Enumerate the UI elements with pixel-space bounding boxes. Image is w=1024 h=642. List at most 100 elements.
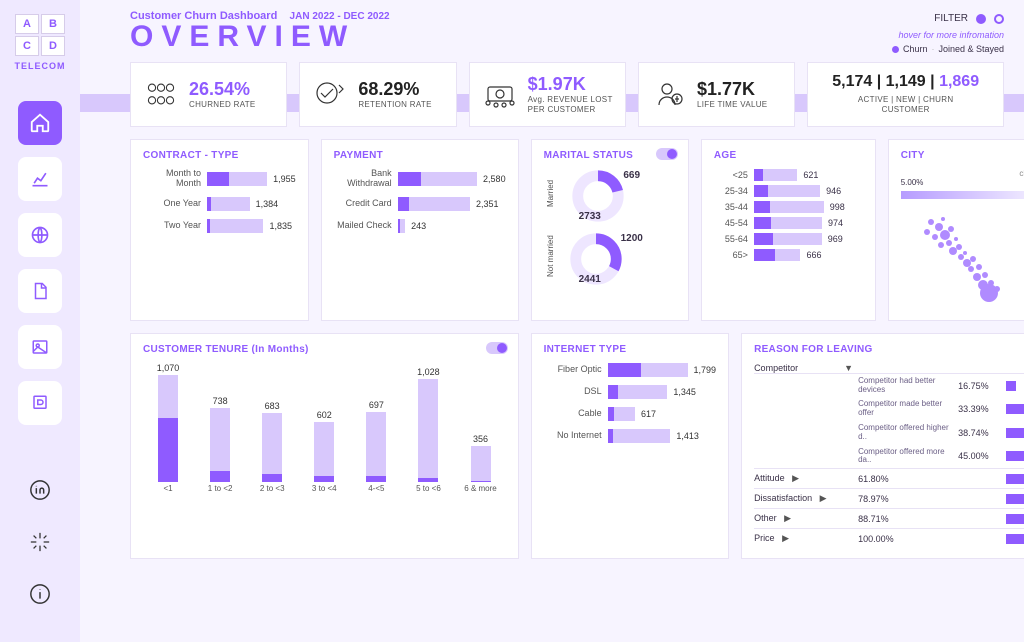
bar-value: 1,345 <box>673 387 696 397</box>
kpi-ltv: $1.77K LIFE TIME VALUE <box>638 62 795 127</box>
bar <box>754 201 824 213</box>
reason-label: Attitude ▶ <box>754 473 858 484</box>
nav-home[interactable] <box>18 101 62 145</box>
bar-value: 946 <box>826 186 841 196</box>
vbar: 356 6 & more <box>459 434 501 493</box>
kpi-value: $1.97K <box>528 74 613 95</box>
reason-pct: 88.71% <box>858 514 1006 524</box>
card-title: CITY <box>901 150 1024 161</box>
kpi-label: CHURNED RATE <box>189 100 256 110</box>
reason-bar <box>1006 534 1024 544</box>
kpi-value: 68.29% <box>358 79 431 100</box>
bar-row: No Internet 1,413 <box>544 429 716 443</box>
bar-label: Fiber Optic <box>544 365 602 375</box>
filter-radio-2[interactable] <box>994 14 1004 24</box>
card-title: REASON FOR LEAVING <box>754 344 1024 355</box>
bar-value: 1,799 <box>694 365 717 375</box>
expand-icon[interactable]: ▶ <box>784 513 791 523</box>
nav-analytics[interactable] <box>18 157 62 201</box>
donut-stay-val: 2441 <box>579 274 601 285</box>
bar-value: 1,413 <box>676 431 699 441</box>
bar-value: 617 <box>641 409 656 419</box>
expand-icon[interactable]: ▶ <box>792 473 799 483</box>
filter-radio-1[interactable] <box>976 14 986 24</box>
bar-label: 4-<5 <box>368 484 384 493</box>
bar <box>754 249 801 261</box>
reason-row[interactable]: Price ▶ 100.00% <box>754 528 1024 548</box>
nav-info[interactable] <box>20 574 60 614</box>
bar <box>366 412 386 482</box>
donut-stay-val: 2733 <box>579 211 601 222</box>
reason-subrow: Competitor had better devices 16.75% <box>754 374 1024 398</box>
reason-bar <box>1006 451 1024 461</box>
bar <box>754 217 822 229</box>
reason-bar <box>1006 514 1024 524</box>
bar-value: 356 <box>473 434 488 444</box>
nav-ppt[interactable] <box>18 381 62 425</box>
city-legend-gradient <box>901 191 1024 199</box>
expand-icon[interactable]: ▶ <box>820 493 827 503</box>
bar <box>418 379 438 482</box>
nav-pdf[interactable] <box>18 269 62 313</box>
bar-label: DSL <box>544 387 602 397</box>
reason-bar <box>1006 381 1016 391</box>
bar-row: 35-44 998 <box>714 201 863 213</box>
bar <box>608 385 668 399</box>
bar-label: 2 to <3 <box>260 484 285 493</box>
reason-label: Competitor offered higher d.. <box>858 424 958 442</box>
reason-subrow: Competitor offered more da.. 45.00% <box>754 445 1024 469</box>
filter-label: FILTER <box>934 13 968 24</box>
reason-pct: 100.00% <box>858 534 1006 544</box>
bar-value: 602 <box>317 410 332 420</box>
reason-row[interactable]: Dissatisfaction ▶ 78.97% <box>754 488 1024 508</box>
bar <box>158 375 178 482</box>
bar-label: 5 to <6 <box>416 484 441 493</box>
kpi-label: Avg. REVENUE LOST PER CUSTOMER <box>528 95 613 116</box>
reason-bar <box>1006 428 1024 438</box>
sidebar: A B C D TELECOM <box>0 0 80 642</box>
nav-globe[interactable] <box>18 213 62 257</box>
kpi-label: LIFE TIME VALUE <box>697 100 767 110</box>
logo-cell: A <box>15 14 39 34</box>
bar-value: 998 <box>830 202 845 212</box>
vbar: 1,028 5 to <6 <box>407 367 449 493</box>
retention-icon <box>312 79 348 109</box>
reason-row[interactable]: Other ▶ 88.71% <box>754 508 1024 528</box>
nav-tableau[interactable] <box>20 522 60 562</box>
kpi-value: 26.54% <box>189 79 256 100</box>
reason-label: Competitor made better offer <box>858 400 958 418</box>
card-internet: INTERNET TYPE Fiber Optic 1,799DSL 1,345… <box>531 333 729 559</box>
bar <box>262 413 282 481</box>
reason-row[interactable]: Attitude ▶ 61.80% <box>754 468 1024 488</box>
reason-subrow: Competitor made better offer 33.39% <box>754 397 1024 421</box>
bar-label: 55-64 <box>714 234 748 244</box>
expand-icon[interactable]: ▶ <box>782 533 789 543</box>
vbar: 1,070 <1 <box>147 363 189 493</box>
logo-cell: C <box>15 36 39 56</box>
bar-label: 6 & more <box>464 484 496 493</box>
kpi-customer-counts: 5,174 | 1,149 | 1,869 ACTIVE | NEW | CHU… <box>807 62 1004 127</box>
bar-label: Mailed Check <box>334 221 392 231</box>
vbar: 683 2 to <3 <box>251 401 293 492</box>
bar-row: Bank Withdrawal 2,580 <box>334 169 506 189</box>
card-toggle[interactable] <box>656 148 678 160</box>
bar-value: 969 <box>828 234 843 244</box>
bar <box>398 172 477 186</box>
card-contract: CONTRACT - TYPE Month to Month 1,955One … <box>130 139 309 321</box>
bar-value: 2,580 <box>483 174 506 184</box>
bar-label: 25-34 <box>714 186 748 196</box>
marital-married-label: Married <box>546 180 555 207</box>
linkedin-icon <box>29 479 51 501</box>
nav-image[interactable] <box>18 325 62 369</box>
bar-label: <1 <box>163 484 172 493</box>
card-title: PAYMENT <box>334 150 506 161</box>
nav-linkedin[interactable] <box>20 470 60 510</box>
card-toggle[interactable] <box>486 342 508 354</box>
bar <box>207 172 267 186</box>
reason-pct: 16.75% <box>958 381 1006 391</box>
bar-value: 1,955 <box>273 174 296 184</box>
home-icon <box>29 112 51 134</box>
pdf-icon <box>31 282 49 300</box>
reason-group[interactable]: Competitor <box>754 363 844 373</box>
collapse-icon[interactable]: ▼ <box>844 363 858 373</box>
